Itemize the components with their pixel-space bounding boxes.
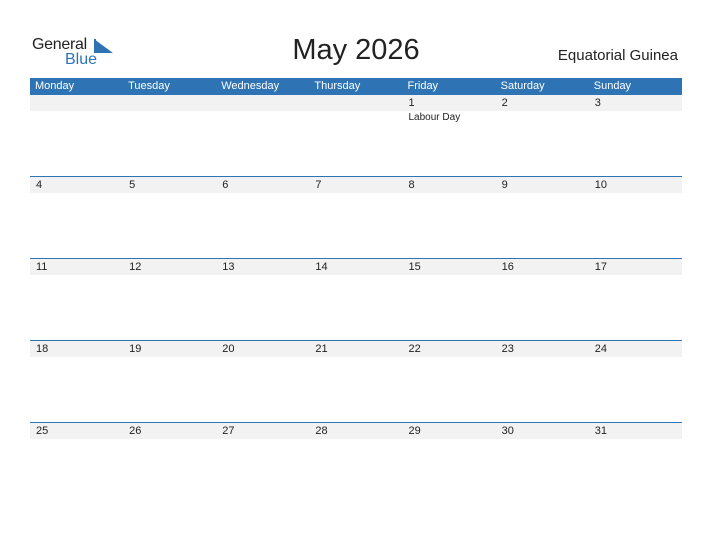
day-event — [589, 111, 682, 125]
day-number: 22 — [408, 343, 421, 355]
day-number: 26 — [129, 425, 142, 437]
day-event — [309, 111, 402, 125]
day-number: 3 — [594, 97, 601, 109]
weeks-container: 1 2 3 Labour Day 4 5 6 7 8 9 10 11 12 13 14 15 16 17 18 19 2… — [30, 95, 682, 504]
day-number: 28 — [315, 425, 328, 437]
day-event — [30, 111, 123, 125]
weekday-friday: Friday — [407, 80, 439, 92]
day-number: 23 — [501, 343, 514, 355]
day-event: Labour Day — [408, 112, 461, 123]
day-number: 12 — [129, 261, 142, 273]
day-number: 13 — [222, 261, 235, 273]
day-number: 16 — [501, 261, 514, 273]
event-row: Labour Day — [30, 111, 682, 125]
day-number: 24 — [594, 343, 607, 355]
day-number: 19 — [129, 343, 142, 355]
day-event — [216, 111, 309, 125]
week-row: 1 2 3 Labour Day — [30, 95, 682, 176]
weekday-saturday: Saturday — [500, 80, 545, 92]
day-number: 11 — [36, 261, 48, 273]
day-number: 14 — [315, 261, 328, 273]
day-number: 8 — [408, 179, 415, 191]
weekday-wednesday: Wednesday — [221, 80, 280, 92]
day-number: 27 — [222, 425, 235, 437]
week-row: 18 19 20 21 22 23 24 — [30, 340, 682, 422]
day-number — [216, 95, 309, 111]
weekday-monday: Monday — [35, 80, 75, 92]
day-number — [123, 95, 216, 111]
day-number: 6 — [222, 179, 229, 191]
week-row: 25 26 27 28 29 30 31 — [30, 422, 682, 504]
day-number: 1 — [408, 97, 415, 109]
day-number: 5 — [129, 179, 136, 191]
day-number: 25 — [36, 425, 49, 437]
day-number: 29 — [408, 425, 421, 437]
weekday-sunday: Sunday — [593, 80, 632, 92]
day-number: 31 — [594, 425, 607, 437]
weekday-tuesday: Tuesday — [128, 80, 170, 92]
day-number: 20 — [222, 343, 235, 355]
date-row: 4 5 6 7 8 9 10 — [30, 177, 682, 193]
day-event — [496, 111, 589, 125]
weekday-header: Monday Tuesday Wednesday Thursday Friday… — [30, 78, 682, 95]
date-row: 11 12 13 14 15 16 17 — [30, 259, 682, 275]
day-number: 9 — [501, 179, 508, 191]
date-row: 1 2 3 — [30, 95, 682, 111]
day-number: 30 — [501, 425, 514, 437]
country-name: Equatorial Guinea — [557, 47, 678, 64]
day-number: 17 — [594, 261, 607, 273]
day-number: 4 — [36, 179, 43, 191]
weekday-thursday: Thursday — [314, 80, 361, 92]
date-row: 25 26 27 28 29 30 31 — [30, 423, 682, 439]
day-number — [309, 95, 402, 111]
day-event — [123, 111, 216, 125]
day-number: 15 — [408, 261, 421, 273]
day-number: 18 — [36, 343, 49, 355]
day-number: 10 — [594, 179, 607, 191]
calendar-grid: Monday Tuesday Wednesday Thursday Friday… — [30, 78, 682, 504]
day-number: 21 — [315, 343, 328, 355]
day-number: 2 — [501, 97, 508, 109]
date-row: 18 19 20 21 22 23 24 — [30, 341, 682, 357]
day-number: 7 — [315, 179, 322, 191]
week-row: 11 12 13 14 15 16 17 — [30, 258, 682, 340]
week-row: 4 5 6 7 8 9 10 — [30, 176, 682, 258]
day-number — [30, 95, 123, 111]
